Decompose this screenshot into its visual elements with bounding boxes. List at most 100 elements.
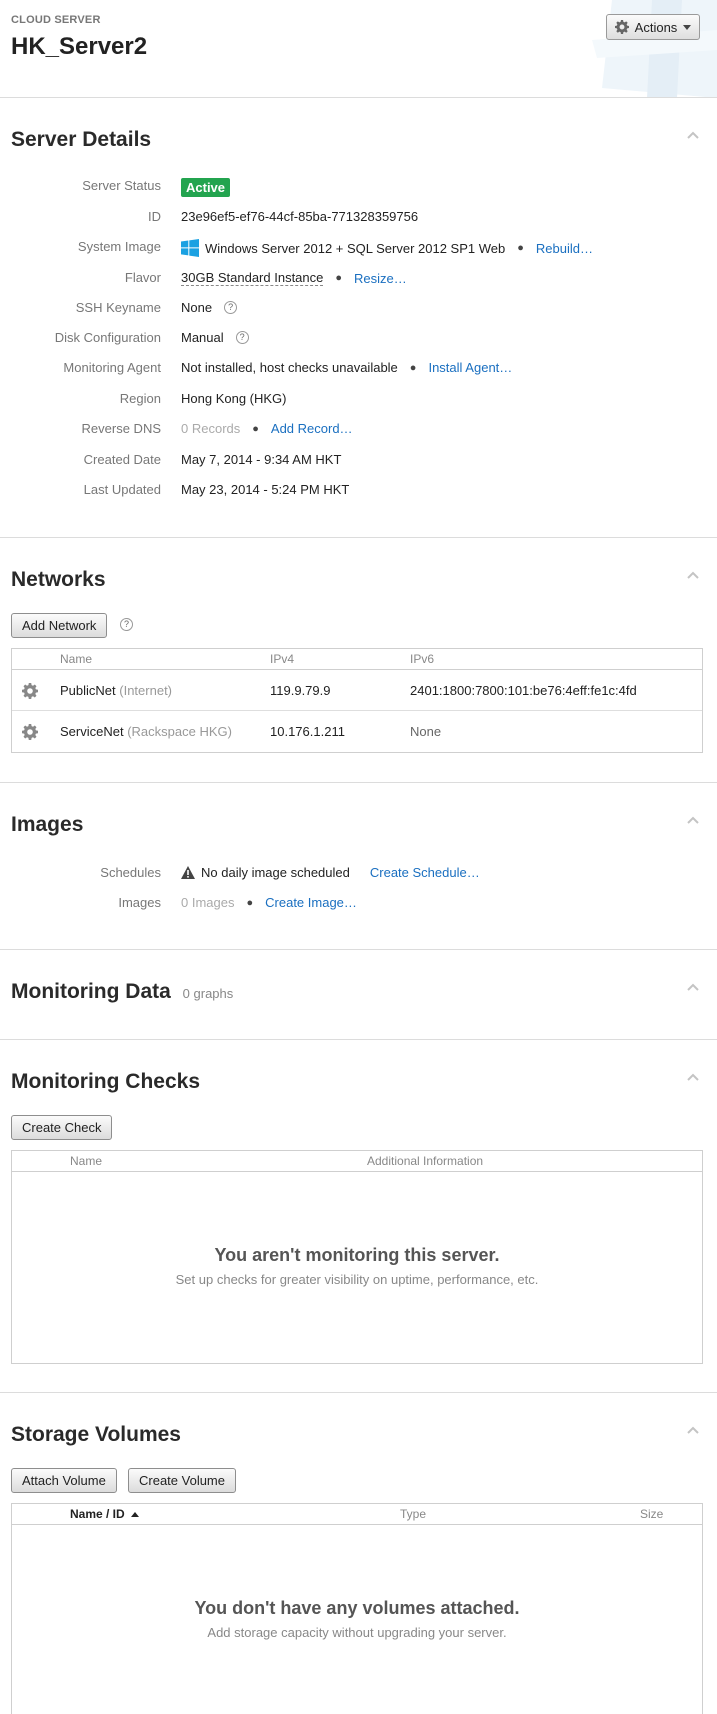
networks-table: Name IPv4 IPv6 PublicNet (Internet) 119.… xyxy=(11,648,703,753)
network-name-text: ServiceNet xyxy=(60,724,124,739)
table-row: PublicNet (Internet) 119.9.79.9 2401:180… xyxy=(12,670,702,711)
create-image-link[interactable]: Create Image… xyxy=(265,895,357,910)
ssh-keyname-value: None xyxy=(181,300,213,315)
separator: ● xyxy=(252,422,259,435)
collapse-icon[interactable] xyxy=(686,570,700,580)
create-schedule-link[interactable]: Create Schedule… xyxy=(370,865,480,880)
gear-icon xyxy=(614,20,629,34)
row-last-updated: Last Updated May 23, 2014 - 5:24 PM HKT xyxy=(0,478,717,500)
ipv4-value: 10.176.1.211 xyxy=(270,724,345,739)
images-count: 0 Images xyxy=(181,895,235,910)
checks-table: Name Additional Information You aren't m… xyxy=(11,1150,703,1364)
section-title: Monitoring Checks xyxy=(11,1070,201,1093)
gear-icon[interactable] xyxy=(22,724,38,740)
label: Images xyxy=(118,895,161,910)
column-header-name-id[interactable]: Name / ID xyxy=(70,1507,140,1521)
label: SSH Keyname xyxy=(75,300,161,315)
install-agent-link[interactable]: Install Agent… xyxy=(428,360,512,375)
network-detail: (Rackspace HKG) xyxy=(127,724,232,739)
graph-count: 0 graphs xyxy=(182,986,234,1001)
separator: ● xyxy=(517,242,524,254)
row-ssh-keyname: SSH Keyname None ? xyxy=(0,296,717,318)
create-check-button[interactable]: Create Check xyxy=(11,1115,113,1140)
status-badge: Active xyxy=(181,178,231,197)
table-header: Name / ID Type Size xyxy=(12,1504,702,1525)
resize-link[interactable]: Resize… xyxy=(354,271,407,286)
add-record-link[interactable]: Add Record… xyxy=(271,421,353,436)
column-header-label: Name / ID xyxy=(70,1507,125,1521)
reverse-dns-count: 0 Records xyxy=(181,421,241,436)
monitoring-data-section: Monitoring Data 0 graphs xyxy=(0,950,717,1040)
empty-state-title: You aren't monitoring this server. xyxy=(214,1245,500,1265)
separator: ● xyxy=(335,272,343,284)
collapse-icon[interactable] xyxy=(686,982,700,992)
section-title: Monitoring Data 0 graphs xyxy=(11,980,233,1004)
column-header-name: Name xyxy=(60,652,93,666)
label: Created Date xyxy=(83,452,161,467)
empty-state-subtitle: Set up checks for greater visibility on … xyxy=(175,1272,539,1287)
flavor-value[interactable]: 30GB Standard Instance xyxy=(181,270,324,286)
collapse-icon[interactable] xyxy=(686,1072,700,1082)
ipv6-value: 2401:1800:7800:101:be76:4eff:fe1c:4fd xyxy=(410,683,637,698)
page-header: CLOUD SERVER HK_Server2 Actions xyxy=(0,0,717,98)
label: Reverse DNS xyxy=(81,421,161,436)
table-row: ServiceNet (Rackspace HKG) 10.176.1.211 … xyxy=(12,711,702,752)
row-flavor: Flavor 30GB Standard Instance ● Resize… xyxy=(0,266,717,288)
rebuild-link[interactable]: Rebuild… xyxy=(536,241,593,256)
row-system-image: System Image Windows Server 2012 + SQL S… xyxy=(0,235,717,257)
network-detail: (Internet) xyxy=(119,683,173,698)
chevron-down-icon xyxy=(683,24,692,30)
monitoring-agent-value: Not installed, host checks unavailable xyxy=(181,360,398,375)
images-section: Images Schedules No daily image schedule… xyxy=(0,783,717,950)
page-title: HK_Server2 xyxy=(11,33,148,60)
column-header-additional-information: Additional Information xyxy=(367,1154,484,1168)
row-created-date: Created Date May 7, 2014 - 9:34 AM HKT xyxy=(0,448,717,470)
last-updated-value: May 23, 2014 - 5:24 PM HKT xyxy=(181,482,350,497)
system-image-value: Windows Server 2012 + SQL Server 2012 SP… xyxy=(205,240,506,256)
server-id: 23e96ef5-ef76-44cf-85ba-771328359756 xyxy=(181,209,419,224)
actions-button[interactable]: Actions xyxy=(606,14,700,40)
section-title: Storage Volumes xyxy=(11,1423,181,1446)
network-name-text: PublicNet xyxy=(60,683,116,698)
page-eyebrow: CLOUD SERVER xyxy=(11,14,101,26)
create-volume-button[interactable]: Create Volume xyxy=(128,1468,236,1493)
row-server-status: Server Status Active xyxy=(0,174,717,197)
server-details-section: Server Details Server Status Active ID 2… xyxy=(0,98,717,538)
column-header-name: Name xyxy=(70,1154,103,1168)
row-monitoring-agent: Monitoring Agent Not installed, host che… xyxy=(0,356,717,378)
table-header: Name Additional Information xyxy=(12,1151,702,1172)
monitoring-checks-section: Monitoring Checks Create Check Name Addi… xyxy=(0,1040,717,1393)
region-value: Hong Kong (HKG) xyxy=(181,391,287,406)
label: Flavor xyxy=(124,270,161,285)
empty-state-subtitle: Add storage capacity without upgrading y… xyxy=(207,1625,507,1640)
label: Server Status xyxy=(82,178,161,193)
ipv4-value: 119.9.79.9 xyxy=(270,683,331,698)
help-icon[interactable]: ? xyxy=(235,331,249,344)
help-icon[interactable]: ? xyxy=(120,618,133,631)
collapse-icon[interactable] xyxy=(686,815,700,825)
attach-volume-button[interactable]: Attach Volume xyxy=(11,1468,117,1493)
label: System Image xyxy=(77,239,161,254)
row-reverse-dns: Reverse DNS 0 Records ● Add Record… xyxy=(0,417,717,439)
row-images: Images 0 Images ● Create Image… xyxy=(0,891,717,913)
gear-icon[interactable] xyxy=(22,683,38,699)
volumes-table: Name / ID Type Size You don't have any v… xyxy=(11,1503,703,1714)
networks-section: Networks Add Network ? Name IPv4 IPv6 Pu… xyxy=(0,538,717,783)
label: ID xyxy=(148,209,161,224)
network-name: PublicNet (Internet) xyxy=(60,683,172,698)
help-icon[interactable]: ? xyxy=(224,301,238,314)
ipv6-value: None xyxy=(410,724,442,739)
column-header-ipv6: IPv6 xyxy=(410,652,435,666)
network-name: ServiceNet (Rackspace HKG) xyxy=(60,724,232,739)
section-title-text: Monitoring Data xyxy=(11,980,171,1003)
column-header-size: Size xyxy=(640,1507,664,1521)
schedules-value: No daily image scheduled xyxy=(201,865,350,880)
collapse-icon[interactable] xyxy=(686,130,700,140)
empty-state-title: You don't have any volumes attached. xyxy=(194,1598,520,1618)
collapse-icon[interactable] xyxy=(686,1425,700,1435)
label: Last Updated xyxy=(83,482,161,497)
label: Schedules xyxy=(100,865,161,880)
disk-configuration-value: Manual xyxy=(181,330,224,345)
add-network-button[interactable]: Add Network xyxy=(11,613,108,638)
column-header-type: Type xyxy=(400,1507,427,1521)
